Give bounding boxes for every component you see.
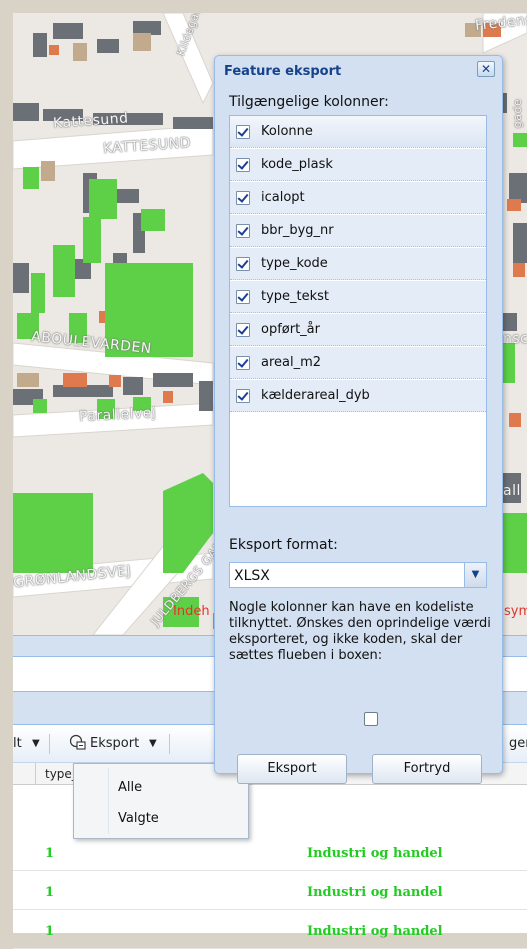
table-cell-col2: Industri og handel — [307, 846, 443, 861]
column-label: opført_år — [261, 322, 320, 337]
list-item[interactable]: kælderareal_dyb — [230, 380, 486, 412]
column-label: kælderareal_dyb — [261, 388, 370, 403]
grid-header-divider — [35, 763, 36, 785]
codelist-note: Nogle kolonner kan have en kodeliste til… — [229, 600, 491, 663]
list-item[interactable]: kode_plask — [230, 149, 486, 181]
list-item[interactable]: areal_m2 — [230, 347, 486, 379]
column-label: areal_m2 — [261, 355, 322, 370]
column-label: type_kode — [261, 256, 328, 271]
table-cell-col1: 1 — [45, 846, 55, 861]
menu-item-valgte[interactable]: Valgte — [118, 811, 159, 826]
chevron-down-icon[interactable]: ▼ — [32, 738, 40, 749]
column-checkbox[interactable] — [236, 323, 250, 337]
close-icon[interactable]: ✕ — [477, 61, 495, 77]
select-all-checkbox[interactable] — [236, 125, 250, 139]
table-cell-col1: 1 — [45, 924, 55, 939]
list-item[interactable]: type_kode — [230, 248, 486, 280]
export-dropdown-menu: Alle Valgte — [73, 763, 249, 839]
export-format-label: Eksport format: — [229, 537, 338, 553]
chevron-down-icon[interactable]: ▼ — [464, 563, 486, 587]
table-row[interactable]: 1 Industri og handel — [13, 876, 527, 910]
list-item[interactable]: opført_år — [230, 314, 486, 346]
export-button[interactable]: Eksport — [237, 754, 347, 784]
export-format-select[interactable]: XLSX ▼ — [229, 562, 487, 588]
column-label: icalopt — [261, 190, 305, 205]
toolbar-separator — [49, 734, 50, 754]
column-checkbox[interactable] — [236, 290, 250, 304]
column-checkbox[interactable] — [236, 257, 250, 271]
toolbar-left-fragment[interactable]: lt — [13, 736, 22, 751]
map-red-text-left: Indeh — [173, 604, 210, 619]
list-item[interactable]: icalopt — [230, 182, 486, 214]
street-label-gade: gade — [511, 98, 525, 129]
table-cell-col1: 1 — [45, 885, 55, 900]
columns-header-row[interactable]: Kolonne — [230, 116, 486, 148]
column-label: type_tekst — [261, 289, 330, 304]
column-checkbox[interactable] — [236, 356, 250, 370]
export-format-value: XLSX — [234, 568, 270, 584]
menu-item-alle[interactable]: Alle — [118, 780, 142, 795]
street-label-all: all — [503, 483, 521, 499]
list-item[interactable]: type_tekst — [230, 281, 486, 313]
columns-header-label: Kolonne — [261, 124, 313, 139]
table-cell-col2: Industri og handel — [307, 885, 443, 900]
window-title[interactable]: Feature eksport — [224, 64, 341, 79]
column-checkbox[interactable] — [236, 158, 250, 172]
column-checkbox[interactable] — [236, 224, 250, 238]
list-item[interactable]: bbr_byg_nr — [230, 215, 486, 247]
toolbar-separator — [169, 734, 170, 754]
map-red-text-right: sym — [504, 604, 527, 619]
cancel-button[interactable]: Fortryd — [372, 754, 482, 784]
export-menu-button[interactable]: Eksport — [90, 736, 139, 751]
available-columns-label: Tilgængelige kolonner: — [229, 94, 389, 110]
menu-icon-gutter — [108, 768, 109, 834]
chevron-down-icon[interactable]: ▼ — [149, 738, 157, 749]
columns-list[interactable]: Kolonne kode_plask icalopt bbr_byg_nr ty… — [229, 115, 487, 507]
feature-export-window: Feature eksport ✕ Tilgængelige kolonner:… — [214, 55, 503, 784]
table-row[interactable]: 1 Industri og handel — [13, 915, 527, 949]
street-label-nsc: nsc — [503, 331, 527, 347]
column-label: kode_plask — [261, 157, 333, 172]
column-checkbox[interactable] — [236, 191, 250, 205]
table-cell-col2: Industri og handel — [307, 924, 443, 939]
column-label: bbr_byg_nr — [261, 223, 334, 238]
column-checkbox[interactable] — [236, 389, 250, 403]
codelist-value-checkbox[interactable] — [364, 712, 378, 726]
toolbar-right-fragment[interactable]: ger — [509, 736, 527, 751]
table-row[interactable]: 1 Industri og handel — [13, 837, 527, 871]
export-icon[interactable] — [69, 733, 87, 755]
